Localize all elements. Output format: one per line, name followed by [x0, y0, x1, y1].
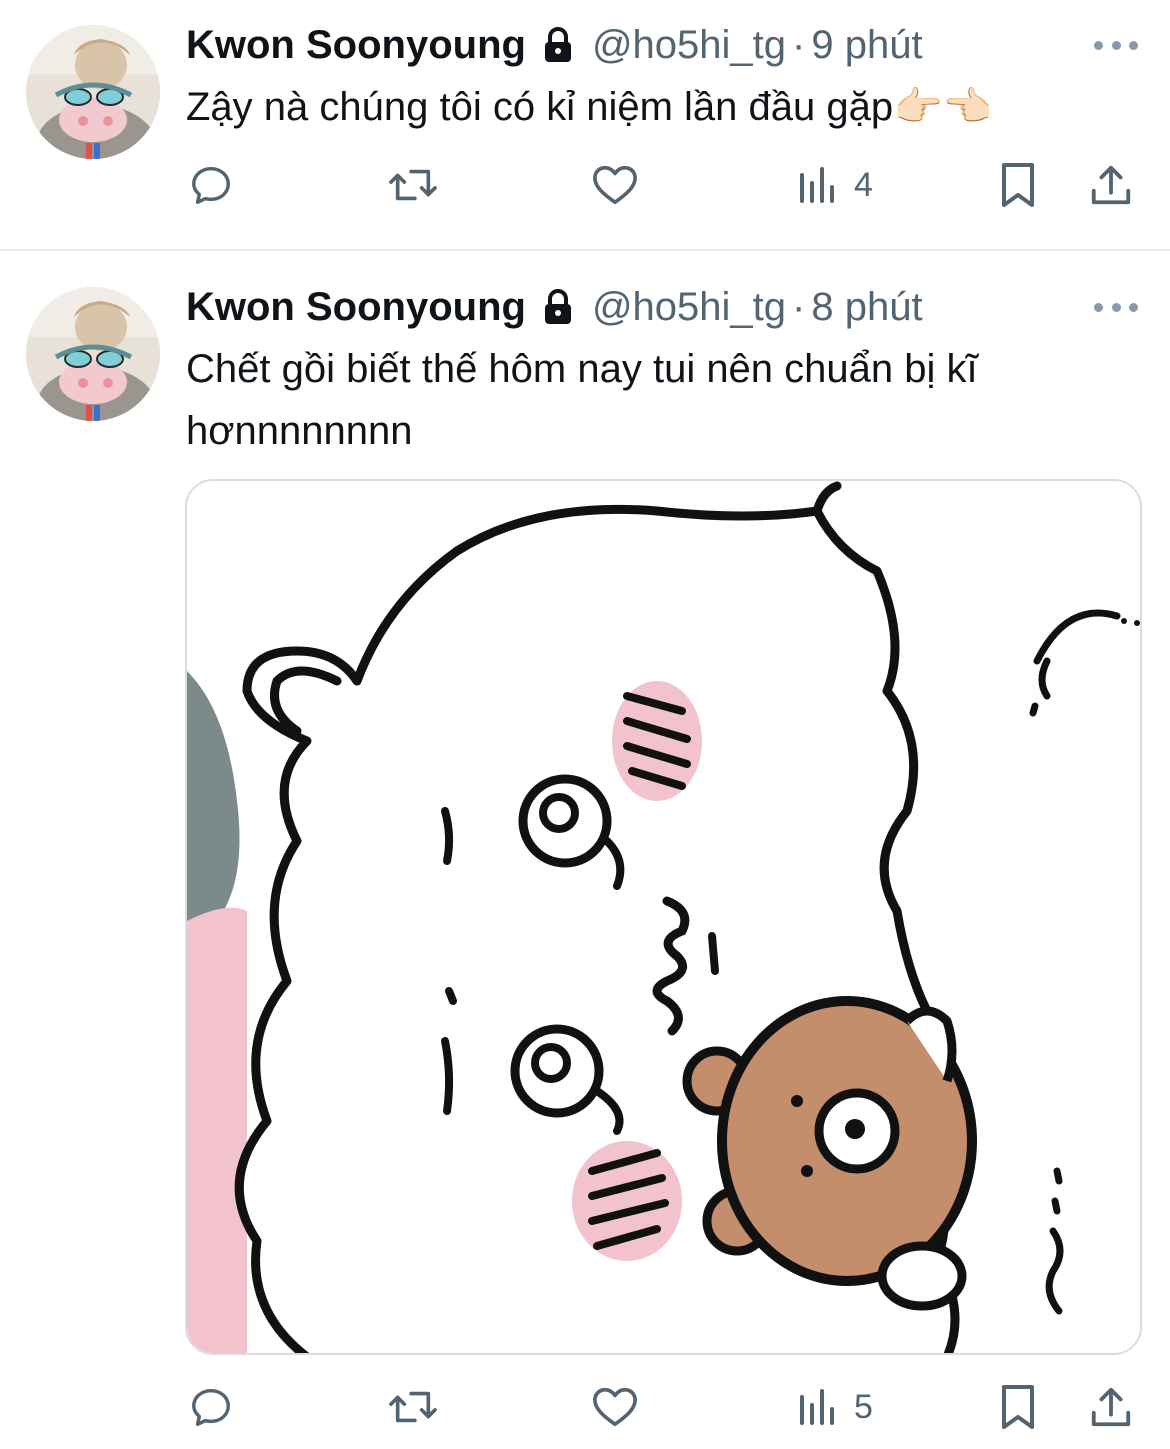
retweet-icon: [389, 169, 437, 201]
tweet-image[interactable]: [185, 479, 1142, 1355]
more-options-icon[interactable]: [1094, 35, 1138, 55]
bookmark-button[interactable]: [998, 155, 1038, 215]
more-options-icon[interactable]: [1094, 297, 1138, 317]
separator-dot: ·: [792, 284, 806, 329]
tweet-1[interactable]: Kwon Soonyoung @ho5hi_tg · 9 phút Zậy nà…: [0, 0, 1170, 250]
heart-icon: [593, 1387, 637, 1427]
lock-icon: [542, 26, 574, 64]
retweet-icon: [389, 1391, 437, 1423]
display-name[interactable]: Kwon Soonyoung: [186, 23, 526, 68]
heart-icon: [593, 165, 637, 205]
user-handle[interactable]: @ho5hi_tg: [592, 285, 786, 330]
timestamp[interactable]: 8 phút: [811, 285, 922, 330]
user-handle[interactable]: @ho5hi_tg: [592, 23, 786, 68]
analytics-icon: [800, 167, 834, 203]
tweet-text: Chết gồi biết thế hôm nay tui nên chuẩn …: [186, 347, 978, 453]
tweet-actions: 4: [0, 155, 1170, 215]
like-button[interactable]: [590, 155, 640, 215]
lock-icon: [542, 288, 574, 326]
retweet-button[interactable]: [386, 155, 440, 215]
share-icon: [1091, 165, 1131, 205]
tweet-header: Kwon Soonyoung @ho5hi_tg · 8 phút: [186, 282, 923, 332]
views-button[interactable]: 5: [798, 1377, 873, 1437]
bookmark-icon: [1002, 163, 1034, 207]
reply-button[interactable]: [188, 155, 234, 215]
view-count: 5: [854, 1387, 873, 1426]
view-count: 4: [854, 165, 873, 204]
separator-dot: ·: [792, 22, 806, 67]
bookmark-button[interactable]: [998, 1377, 1038, 1437]
analytics-icon: [800, 1389, 834, 1425]
share-button[interactable]: [1088, 1377, 1134, 1437]
share-icon: [1091, 1387, 1131, 1427]
tweet-actions: 5: [0, 1377, 1170, 1437]
tweet-header: Kwon Soonyoung @ho5hi_tg · 9 phút: [186, 20, 923, 70]
reply-icon: [192, 1388, 230, 1426]
tweet-2[interactable]: Kwon Soonyoung @ho5hi_tg · 8 phút Chết g…: [0, 251, 1170, 1449]
display-name[interactable]: Kwon Soonyoung: [186, 285, 526, 330]
bookmark-icon: [1002, 1385, 1034, 1429]
share-button[interactable]: [1088, 155, 1134, 215]
timestamp[interactable]: 9 phút: [811, 23, 922, 68]
reply-button[interactable]: [188, 1377, 234, 1437]
tweet-text: Zậy nà chúng tôi có kỉ niệm lần đầu gặp👉…: [186, 85, 993, 129]
retweet-button[interactable]: [386, 1377, 440, 1437]
like-button[interactable]: [590, 1377, 640, 1437]
reply-icon: [192, 166, 230, 204]
views-button[interactable]: 4: [798, 155, 873, 215]
avatar[interactable]: [26, 25, 160, 159]
avatar[interactable]: [26, 287, 160, 421]
